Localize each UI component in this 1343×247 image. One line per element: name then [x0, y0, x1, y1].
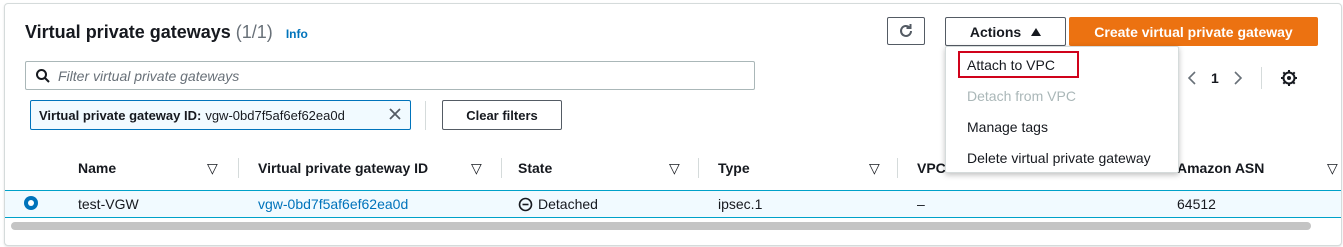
menu-item-attach-to-vpc[interactable]: Attach to VPC	[967, 57, 1055, 73]
clear-filters-button[interactable]: Clear filters	[442, 100, 562, 130]
cell-vpc: –	[917, 196, 925, 212]
cell-state: Detached	[518, 191, 598, 217]
cell-state-text: Detached	[538, 196, 598, 212]
filter-separator	[425, 101, 426, 130]
menu-item-manage-tags[interactable]: Manage tags	[967, 119, 1048, 135]
cell-gateway-id-link[interactable]: vgw-0bd7f5af6ef62ea0d	[258, 191, 408, 217]
title-text: Virtual private gateways	[25, 22, 231, 42]
search-placeholder: Filter virtual private gateways	[58, 67, 240, 84]
column-header-label: Type	[718, 160, 750, 176]
column-header-gateway-id[interactable]: Virtual private gateway ID	[258, 146, 428, 190]
sort-down-icon[interactable]: ▽	[1327, 146, 1338, 190]
search-input[interactable]: Filter virtual private gateways	[25, 61, 755, 90]
column-separator	[698, 158, 699, 178]
gateways-panel: Virtual private gateways (1/1) Info Acti…	[4, 3, 1342, 246]
column-header-asn[interactable]: Amazon ASN	[1177, 146, 1264, 190]
pager-divider	[1260, 67, 1262, 89]
actions-button[interactable]: Actions	[945, 17, 1066, 46]
cell-asn: 64512	[1177, 196, 1216, 212]
close-icon[interactable]	[388, 107, 402, 121]
pagination: 1	[1187, 66, 1298, 90]
info-link[interactable]: Info	[286, 27, 308, 41]
column-header-label: State	[518, 160, 553, 176]
filter-token-value: vgw-0bd7f5af6ef62ea0d	[205, 107, 345, 123]
sort-down-icon[interactable]: ▽	[207, 146, 218, 190]
column-separator	[238, 158, 239, 178]
column-header-label: Name	[78, 160, 117, 176]
column-header-label: VPC	[917, 160, 946, 176]
refresh-icon	[900, 24, 912, 37]
page-title: Virtual private gateways (1/1) Info	[25, 22, 308, 43]
column-header-name[interactable]: Name	[78, 146, 116, 190]
column-header-vpc[interactable]: VPC	[917, 146, 946, 190]
column-separator	[897, 158, 898, 178]
sort-down-icon[interactable]: ▽	[471, 146, 482, 190]
sort-down-icon[interactable]: ▽	[669, 146, 680, 190]
column-separator	[501, 158, 502, 178]
search-icon	[36, 68, 50, 83]
filter-token: Virtual private gateway ID: vgw-0bd7f5af…	[30, 100, 411, 130]
filter-token-key: Virtual private gateway ID:	[39, 107, 202, 123]
gear-icon[interactable]	[1280, 69, 1298, 87]
minus-circle-icon	[518, 197, 533, 211]
create-gateway-button[interactable]: Create virtual private gateway	[1069, 17, 1318, 46]
row-select-radio[interactable]	[24, 196, 38, 210]
caret-up-icon	[1031, 27, 1042, 36]
column-header-label: Amazon ASN	[1177, 160, 1265, 176]
cell-name: test-VGW	[78, 196, 139, 212]
actions-dropdown-menu: Attach to VPC Detach from VPC Manage tag…	[945, 46, 1179, 173]
menu-item-delete-gateway[interactable]: Delete virtual private gateway	[967, 150, 1151, 166]
menu-item-detach-from-vpc: Detach from VPC	[967, 88, 1076, 104]
chevron-right-icon[interactable]	[1233, 71, 1243, 85]
column-header-label: Virtual private gateway ID	[258, 160, 429, 176]
column-header-type[interactable]: Type	[718, 146, 750, 190]
cell-type: ipsec.1	[718, 196, 763, 212]
sort-down-icon[interactable]: ▽	[869, 146, 880, 190]
chevron-left-icon[interactable]	[1187, 71, 1197, 85]
title-count: (1/1)	[235, 22, 273, 42]
column-header-state[interactable]: State	[518, 146, 552, 190]
horizontal-scrollbar[interactable]	[11, 222, 1311, 230]
refresh-button[interactable]	[887, 17, 925, 45]
actions-label: Actions	[969, 23, 1022, 40]
current-page[interactable]: 1	[1211, 70, 1219, 86]
table-row[interactable]: test-VGW vgw-0bd7f5af6ef62ea0d Detached …	[5, 190, 1341, 218]
